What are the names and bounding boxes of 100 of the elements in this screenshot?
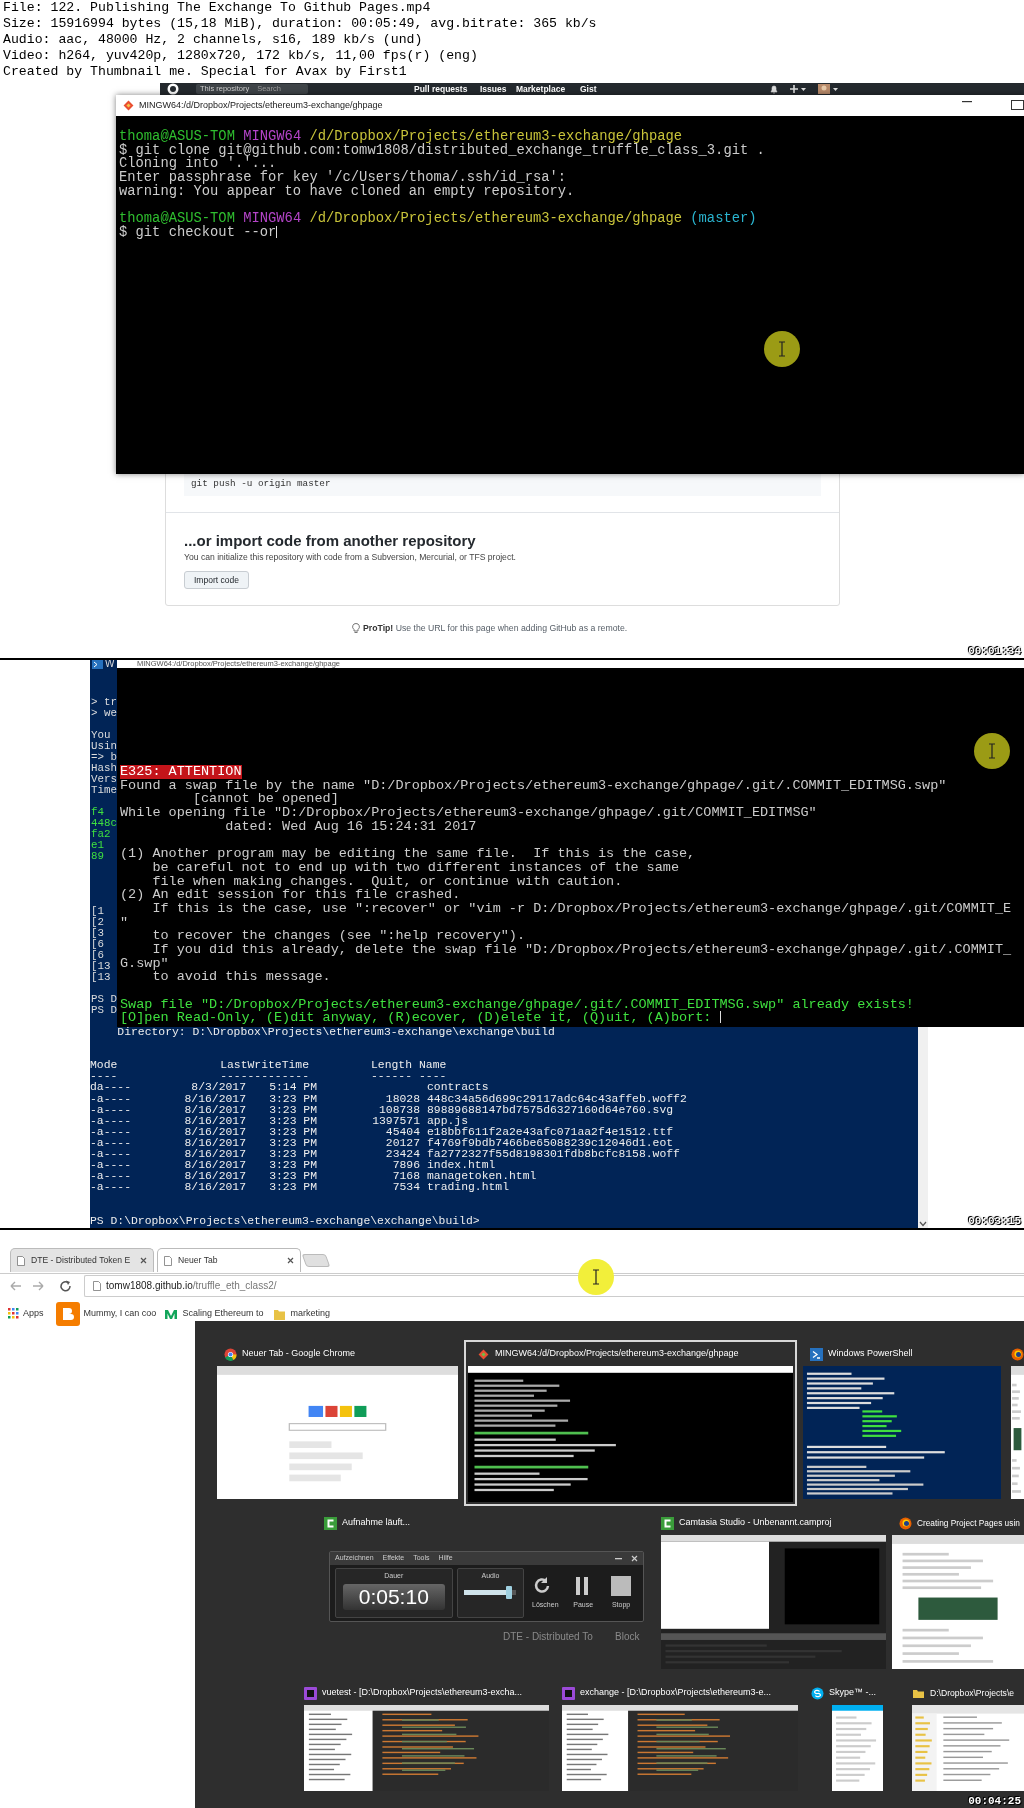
console-line: [13 <box>91 972 111 983</box>
table-cell-text: 8/16/2017 <box>183 1149 246 1161</box>
column-header: Name <box>419 1060 447 1072</box>
switcher-item[interactable]: Windows PowerShell <box>801 1340 1003 1501</box>
header-rule: ------ <box>370 1071 412 1083</box>
switcher-item[interactable]: exchange - [D:\Dropbox\Projects\ethereum3-e... <box>553 1679 800 1793</box>
terminal-line: G.swp" <box>120 956 170 971</box>
minimize-icon <box>615 1557 622 1560</box>
table-cell-text: -a---- <box>90 1115 132 1127</box>
table-cell-text: 8/16/2017 <box>183 1115 246 1127</box>
circle-logo-icon <box>1011 1347 1024 1361</box>
header-rule: ---- <box>90 1071 118 1083</box>
window-title: Camtasia Studio - Unbenannt.camproj <box>679 1516 832 1530</box>
address-field[interactable]: tomw1808.github.io/truffle_eth_class2/ <box>84 1274 1024 1297</box>
console-line: [13 <box>91 961 111 972</box>
switcher-item[interactable]: Skype™ -... <box>802 1679 898 1793</box>
faded-text: Block <box>615 1630 640 1644</box>
page-icon <box>93 1280 101 1291</box>
table-cell-text: 23424 <box>384 1149 420 1161</box>
terminal-line: $ git checkout --or <box>119 225 279 240</box>
terminal-icon <box>810 1347 823 1361</box>
bookmark-link[interactable]: marketing <box>273 1307 330 1321</box>
timestamp: 00:03:15 <box>968 1215 1021 1227</box>
switcher-item[interactable]: MINGW64:/d/Dropbox/Projects/ethereum3-exchange/ghpage <box>464 1340 797 1506</box>
window-title: Windows PowerShell <box>828 1347 913 1361</box>
table-cell-text: 8/16/2017 <box>183 1171 246 1183</box>
duration-display: 0:05:10 <box>342 1583 445 1610</box>
close-icon <box>631 1555 638 1562</box>
terminal-line: be careful not to end up with two different instances of the same <box>151 860 680 875</box>
nav-link[interactable]: Issues <box>480 83 507 95</box>
browser-tab[interactable]: Neuer Tab <box>157 1248 301 1272</box>
cursor-highlight-icon <box>973 732 1011 770</box>
terminal-line: to avoid this message. <box>152 970 332 984</box>
table-cell-text: 8/16/2017 <box>183 1182 246 1194</box>
lightbulb-icon <box>352 623 360 634</box>
window-title: vuetest - [D:\Dropbox\Projects\ethereum3-excha... <box>322 1686 523 1700</box>
maximize-icon <box>1011 100 1024 110</box>
terminal-line: [O]pen Read-Only, (E)dit anyway, (R)ecover, (D)elete it, (Q)uit, (A)bort: <box>120 1011 1024 1026</box>
table-cell: index.html <box>427 1160 496 1172</box>
table-cell: managetoken.html <box>427 1171 537 1183</box>
table-cell: fa2772327f55d8198301fdb8bcfc8158.woff <box>427 1149 680 1161</box>
table-cell-text: 3:23 PM <box>268 1093 317 1105</box>
switcher-item[interactable]: D:\Dropbox\Projects\e <box>903 1679 1024 1793</box>
close-icon <box>287 1257 294 1264</box>
console-prompt: PS D:\Dropbox\Projects\ethereum3-exchange\exchange\build> <box>90 1215 480 1227</box>
table-cell-text: 45404 <box>384 1126 420 1138</box>
table-cell-text: 8/3/2017 <box>190 1082 246 1094</box>
switcher-item[interactable]: Creating Project Pages usin <box>890 1509 1024 1671</box>
nav-link[interactable]: Gist <box>580 83 597 95</box>
console-line: [1 <box>91 906 104 917</box>
table-cell-text: 8/16/2017 <box>183 1137 246 1149</box>
bookmark-link[interactable]: Mummy, I can coo <box>55 1302 157 1326</box>
terminal-line: (2) An edit session for this file crashed. <box>120 888 462 902</box>
table-cell: trading.html <box>427 1182 510 1194</box>
circle-logo-icon <box>224 1347 237 1361</box>
table-cell-text: -a---- <box>90 1182 132 1194</box>
table-cell-text: -a---- <box>90 1149 132 1161</box>
header-rule: ------------- <box>220 1071 309 1083</box>
window-title: Neuer Tab - Google Chrome <box>242 1347 355 1361</box>
apps-grid-icon <box>8 1308 19 1320</box>
nav-link[interactable]: Marketplace <box>516 83 566 95</box>
column-header: Length <box>370 1060 412 1072</box>
switcher-item[interactable]: Camtasia Studio - Unbenannt.camproj <box>652 1509 888 1671</box>
table-cell-text: da---- <box>90 1082 132 1094</box>
table-cell-text: -a---- <box>90 1104 132 1116</box>
cursor-highlight-icon <box>763 330 801 368</box>
forward-icon <box>32 1280 44 1291</box>
switcher-item[interactable]: Neuer Tab - Google Chrome <box>215 1340 460 1501</box>
console-line: [6 <box>91 939 104 950</box>
console-line: > we <box>91 708 117 719</box>
plus-icon <box>790 84 806 94</box>
minimize-icon <box>962 101 972 103</box>
console-line: You <box>91 730 111 741</box>
slider-thumb[interactable] <box>505 1585 512 1599</box>
faded-text: DTE - Distributed To <box>503 1630 593 1644</box>
file-info-line: Video: h264, yuv420p, 1280x720, 172 kb/s, 11,00 fps(r) (eng) <box>3 48 478 64</box>
terminal-line: " <box>120 915 130 930</box>
import-button[interactable]: Import code <box>184 571 249 589</box>
terminal-line: dated: Wed Aug 16 15:24:31 2017 <box>225 819 477 834</box>
terminal-line: (1) Another program may be editing the same file. If this is the case, <box>120 847 697 861</box>
square-logo-icon <box>562 1686 575 1700</box>
bookmark-link[interactable]: Scaling Ethereum to <box>164 1307 264 1321</box>
error-message: E325: ATTENTION <box>120 765 242 779</box>
timestamp: 00:04:25 <box>968 1795 1021 1807</box>
section-text: You can initialize this repository with code from a Subversion, Mercurial, or TFS project. <box>184 552 516 563</box>
table-cell-text: 20127 <box>384 1137 420 1150</box>
table-cell-text: 7896 <box>391 1160 420 1172</box>
terminal-line: Swap file "D:/Dropbox/Projects/ethereum3-exchange/ghpage/.git/.COMMIT_EDITMSG.swp" already exists! <box>120 997 915 1012</box>
square-logo-icon <box>55 1302 80 1326</box>
table-cell-text: 108738 <box>378 1104 420 1116</box>
switcher-item[interactable]: vuetest - [D:\Dropbox\Projects\ethereum3-excha... <box>295 1679 551 1793</box>
table-cell-text: 3:23 PM <box>268 1104 317 1116</box>
diamond-logo-icon <box>123 100 134 111</box>
bookmark-link[interactable]: Apps <box>8 1307 44 1321</box>
console-line: Hash <box>91 763 117 774</box>
terminal-line: file when making changes. Quit, or continue with caution. <box>151 874 624 889</box>
scroll-down-icon <box>919 1221 927 1227</box>
console-line: Time <box>91 785 117 796</box>
browser-tab[interactable]: DTE - Distributed Token E <box>10 1248 154 1272</box>
nav-link[interactable]: Pull requests <box>414 83 468 95</box>
